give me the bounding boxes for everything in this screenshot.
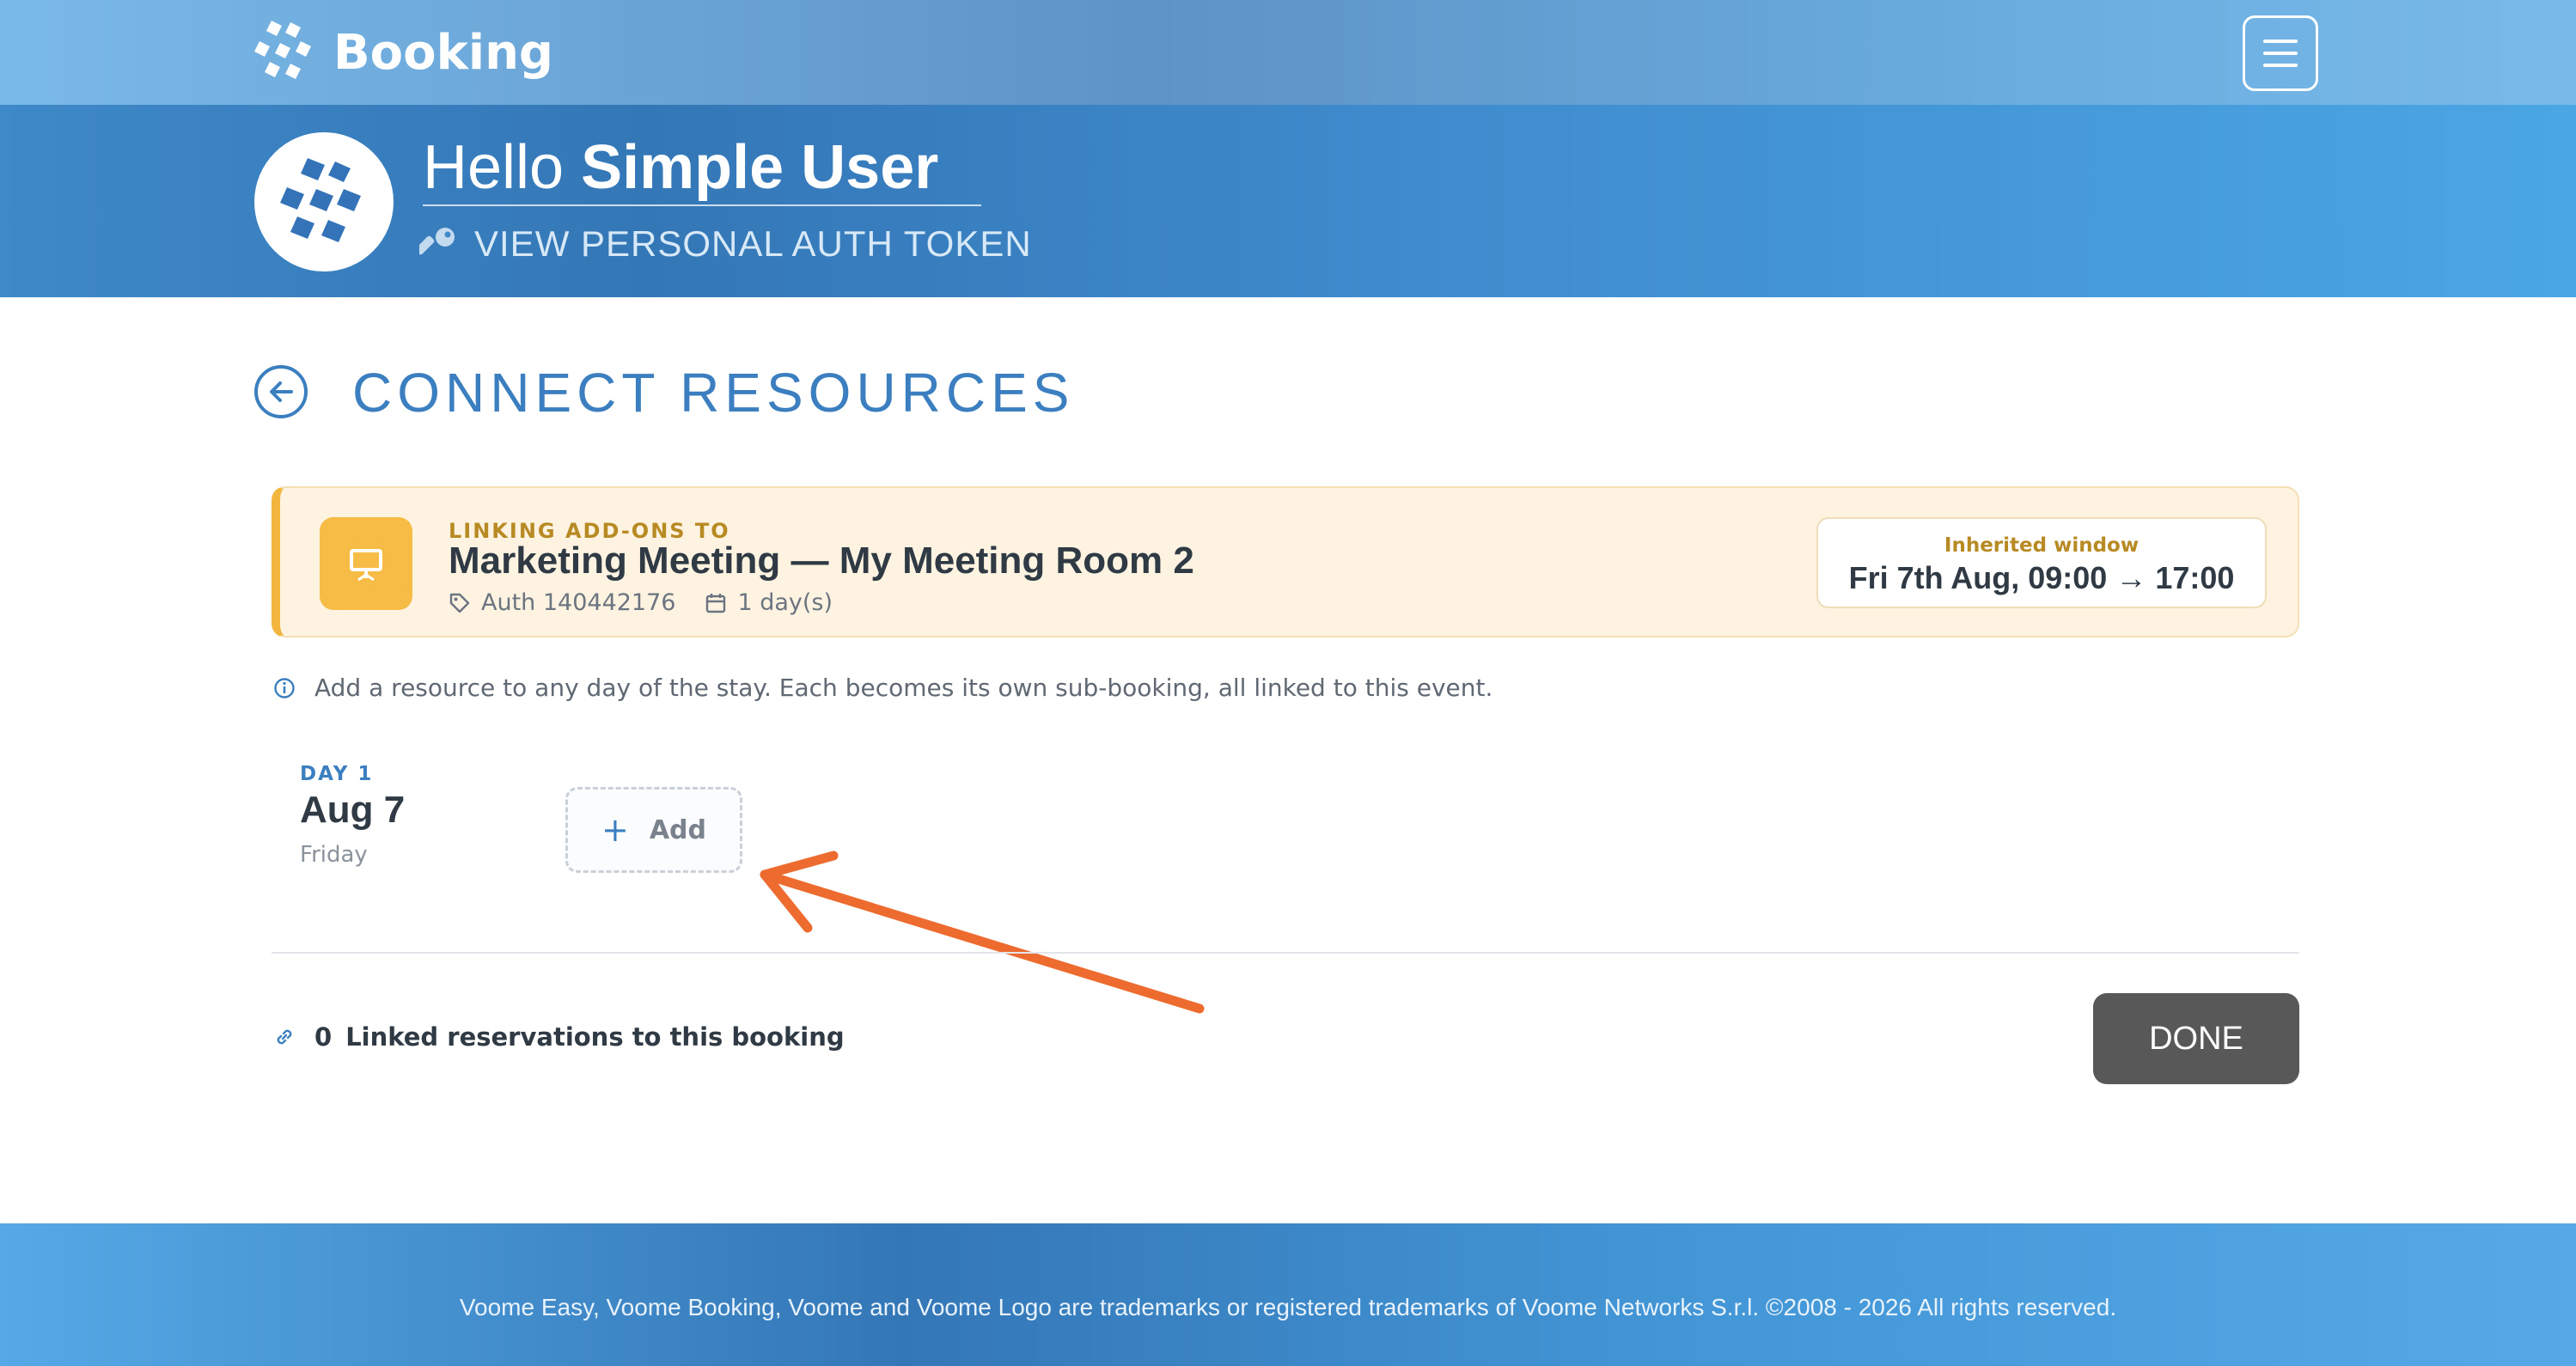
brand-name: Booking	[333, 24, 554, 81]
linking-event-card: LINKING ADD-ONS TO Marketing Meeting — M…	[272, 486, 2299, 637]
inherited-window-value: Fri 7th Aug, 09:00 → 17:00	[1848, 560, 2235, 595]
annotation-arrow-icon	[760, 851, 1205, 1014]
avatar	[254, 132, 394, 271]
done-button[interactable]: DONE	[2093, 993, 2299, 1084]
view-auth-token-link[interactable]: VIEW PERSONAL AUTH TOKEN	[419, 223, 1032, 265]
day-date: Aug 7	[300, 789, 406, 831]
greeting-underline	[423, 204, 981, 206]
token-link-label: VIEW PERSONAL AUTH TOKEN	[474, 223, 1032, 264]
hamburger-menu-button[interactable]	[2243, 15, 2318, 91]
hint-text: Add a resource to any day of the stay. E…	[314, 674, 1493, 702]
greeting-word: Hello	[423, 133, 565, 202]
arrow-left-icon	[270, 381, 293, 402]
footer: Voome Easy, Voome Booking, Voome and Voo…	[0, 1223, 2576, 1366]
voome-avatar-logo-icon	[280, 158, 361, 242]
hamburger-icon	[2263, 35, 2298, 71]
page-title: CONNECT RESOURCES	[352, 362, 1075, 424]
inherited-window-label: Inherited window	[1944, 534, 2140, 557]
event-title: Marketing Meeting — My Meeting Room 2	[449, 540, 1194, 582]
brand-logo-link[interactable]: Booking	[253, 19, 553, 86]
key-icon	[419, 228, 455, 255]
footer-copyright: Voome Easy, Voome Booking, Voome and Voo…	[459, 1294, 2117, 1320]
calendar-icon	[706, 593, 726, 613]
card-meta: Auth 140442176 1 day(s)	[449, 589, 862, 616]
plus-icon: +	[601, 811, 629, 849]
linked-label: Linked reservations to this booking	[345, 1022, 845, 1052]
top-navbar: Booking	[0, 0, 2576, 105]
voome-logo-icon	[254, 21, 311, 79]
duration-days: 1 day(s)	[737, 589, 833, 616]
back-button[interactable]	[254, 365, 308, 418]
day-weekday: Friday	[300, 842, 368, 868]
auth-number: Auth 140442176	[481, 589, 676, 616]
day-label: DAY 1	[300, 763, 374, 785]
auth-meta: Auth 140442176	[449, 589, 675, 616]
duration-meta: 1 day(s)	[705, 589, 833, 616]
add-resource-label: Add	[649, 814, 706, 845]
greeting-heading: Hello Simple User	[423, 132, 938, 203]
info-icon	[274, 677, 295, 698]
link-icon	[277, 1029, 292, 1045]
linked-count: 0	[314, 1022, 333, 1052]
linked-reservations-summary: 0 Linked reservations to this booking	[273, 1022, 845, 1052]
inherited-window-box: Inherited window Fri 7th Aug, 09:00 → 17…	[1816, 517, 2267, 608]
user-name: Simple User	[581, 133, 939, 202]
add-resource-button[interactable]: + Add	[565, 787, 742, 873]
tag-icon	[449, 593, 470, 613]
presentation-board-icon	[320, 517, 412, 610]
info-hint: Add a resource to any day of the stay. E…	[273, 674, 1492, 702]
section-divider	[272, 952, 2299, 954]
user-header: Hello Simple User VIEW PERSONAL AUTH TOK…	[0, 105, 2576, 297]
